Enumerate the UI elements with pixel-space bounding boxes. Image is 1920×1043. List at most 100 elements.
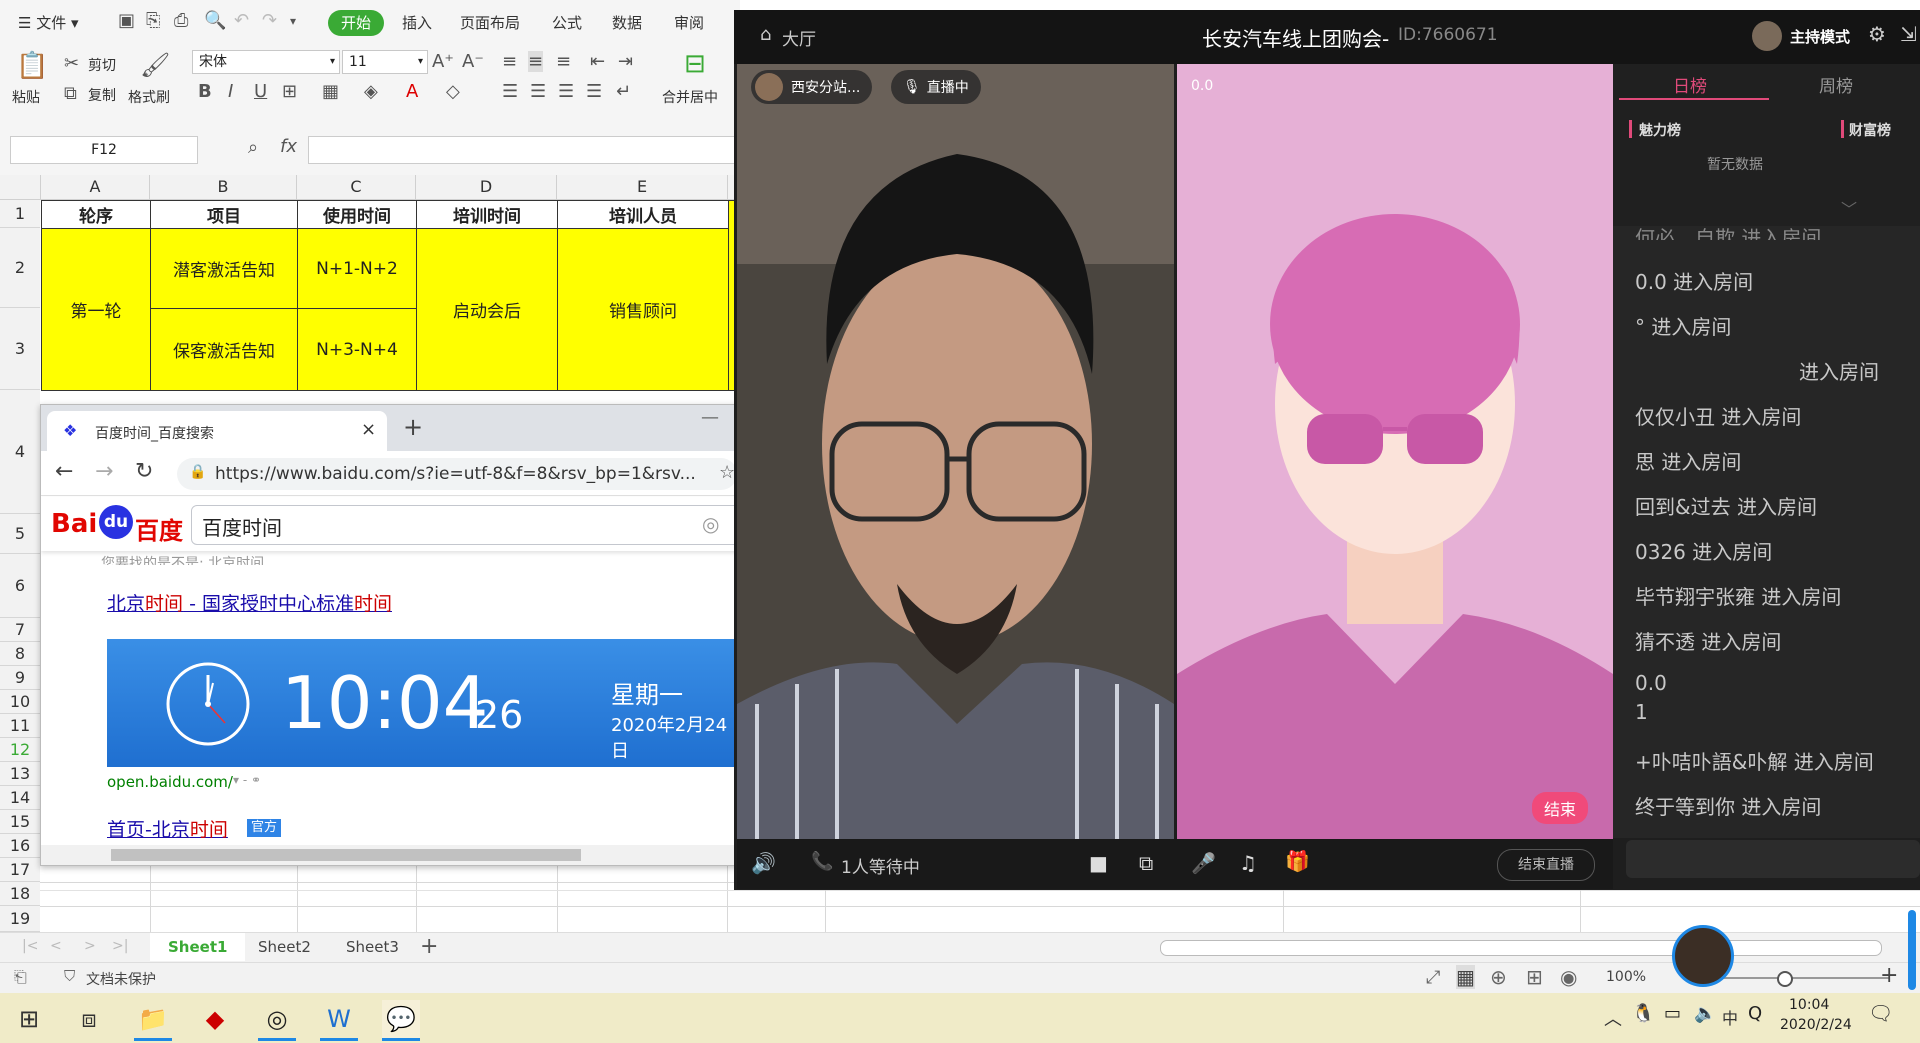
merge-center-icon[interactable]: ⊟	[684, 49, 706, 79]
camera-icon[interactable]: ◎	[702, 512, 719, 536]
clock-date-tray[interactable]: 2020/2/24	[1780, 1017, 1852, 1033]
fullscreen-icon[interactable]: ⤢	[1426, 967, 1440, 988]
select-all-corner[interactable]	[0, 175, 41, 199]
waiting-count[interactable]: 1人等待中	[841, 853, 920, 878]
exit-icon[interactable]: ⇲	[1900, 22, 1917, 46]
macro-icon[interactable]: ⎗	[14, 967, 27, 987]
col-header-d[interactable]: D	[416, 175, 557, 199]
decrease-font-icon[interactable]: A⁻	[462, 51, 484, 72]
print-icon[interactable]: ⎙	[174, 10, 188, 31]
paste-icon[interactable]: 📋	[16, 51, 48, 81]
wps-icon[interactable]: W	[320, 1000, 358, 1041]
sheet-nav-last-icon[interactable]: >|	[112, 938, 128, 954]
font-name-select[interactable]: 宋体 ▾	[192, 50, 340, 74]
page-layout-view-icon[interactable]: ⊕	[1490, 965, 1507, 989]
col-header-e[interactable]: E	[557, 175, 728, 199]
export-icon[interactable]: ⎘	[146, 10, 160, 31]
gift-icon[interactable]: 🎁	[1285, 849, 1310, 873]
tab-start[interactable]: 开始	[328, 10, 385, 36]
tab-weekly-rank[interactable]: 周榜	[1819, 72, 1853, 97]
align-center-icon[interactable]: ☰	[530, 81, 546, 102]
host-avatar[interactable]	[1752, 21, 1782, 51]
result-link-1[interactable]: 北京时间 - 国家授时中心标准时间	[107, 589, 392, 616]
border-icon[interactable]: ⊞	[282, 81, 297, 102]
chat-input[interactable]	[1626, 840, 1920, 878]
cell-style-icon[interactable]: ▦	[322, 81, 339, 102]
normal-view-icon[interactable]: ▦	[1456, 965, 1475, 989]
fx-label[interactable]: fx	[280, 136, 297, 157]
row-header[interactable]: 13	[0, 762, 40, 786]
host-name-chip[interactable]: 西安分站...	[751, 70, 873, 104]
tab-formula[interactable]: 公式	[552, 10, 582, 36]
cell-trainer[interactable]: 销售顾问	[557, 228, 729, 391]
row-header[interactable]: 17	[0, 858, 40, 882]
cell-time-2[interactable]: N+3-N+4	[297, 308, 417, 391]
col-header-c[interactable]: C	[297, 175, 416, 199]
cell-round[interactable]: 第一轮	[41, 228, 151, 391]
wrap-text-icon[interactable]: ↵	[616, 81, 631, 102]
camera-icon[interactable]: ■	[1089, 851, 1108, 875]
zoom-formula-icon[interactable]: ⌕	[248, 137, 258, 158]
row-header[interactable]: 7	[0, 618, 40, 642]
browser-hscroll-thumb[interactable]	[111, 849, 581, 861]
floating-assistant-avatar[interactable]	[1672, 925, 1734, 987]
row-header[interactable]: 14	[0, 786, 40, 810]
sheet-nav-first-icon[interactable]: |<	[22, 938, 38, 954]
end-guest-button[interactable]: 结束	[1532, 792, 1589, 824]
notification-center-icon[interactable]: 🗨	[1868, 1001, 1893, 1025]
header-cell-trainer[interactable]: 培训人员	[557, 200, 729, 229]
minimize-icon[interactable]: —	[701, 407, 719, 428]
back-icon[interactable]: ←	[55, 459, 73, 484]
zoom-slider[interactable]	[1700, 977, 1890, 979]
edge-drag-handle[interactable]	[1908, 910, 1916, 990]
result-dropdown-icon[interactable]: ▾ - ⚭	[233, 773, 261, 787]
microphone-toggle-icon[interactable]: 🎤	[1191, 851, 1216, 875]
row-header[interactable]: 11	[0, 714, 40, 738]
paste-button[interactable]: 粘贴	[12, 87, 40, 107]
row-header[interactable]: 9	[0, 666, 40, 690]
cell-item-1[interactable]: 潜客激活告知	[150, 228, 298, 309]
header-cell-training-time[interactable]: 培训时间	[416, 200, 558, 229]
font-size-select[interactable]: 11 ▾	[342, 50, 428, 74]
row-header[interactable]: 16	[0, 834, 40, 858]
preview-icon[interactable]: 🔍	[204, 10, 226, 31]
sheet-tab-1[interactable]: Sheet1	[150, 933, 246, 961]
ime-indicator[interactable]: 中	[1722, 1005, 1738, 1029]
increase-font-icon[interactable]: A⁺	[432, 51, 454, 72]
row-header[interactable]: 4	[0, 390, 40, 514]
merge-center-button[interactable]: 合并居中	[662, 87, 718, 107]
close-tab-icon[interactable]: ×	[361, 419, 376, 440]
tray-expand-icon[interactable]: ︿	[1604, 1005, 1622, 1031]
align-bottom-icon[interactable]: ≡	[556, 51, 571, 72]
cell-item-2[interactable]: 保客激活告知	[150, 308, 298, 391]
did-you-mean[interactable]: 您要找的是不是: 北京时间	[101, 553, 264, 565]
formula-input[interactable]	[308, 136, 742, 164]
tab-insert[interactable]: 插入	[402, 10, 432, 36]
zoom-slider-thumb[interactable]	[1777, 971, 1793, 987]
screen-share-icon[interactable]: ⧉	[1139, 851, 1153, 875]
clear-format-icon[interactable]: ◇	[446, 81, 460, 102]
home-icon[interactable]: ⌂	[760, 24, 771, 45]
header-cell-item[interactable]: 项目	[150, 200, 298, 229]
row-header[interactable]: 8	[0, 642, 40, 666]
volume-icon[interactable]: 🔊	[751, 851, 776, 875]
host-mode-label[interactable]: 主持模式	[1790, 26, 1850, 47]
zoom-level[interactable]: 100%	[1606, 969, 1646, 985]
copy-icon[interactable]: ⧉	[64, 83, 77, 104]
cut-icon[interactable]: ✂	[64, 53, 79, 74]
fill-color-icon[interactable]: ◈	[364, 81, 378, 102]
windows-start-icon[interactable]: ⊞	[10, 1000, 48, 1038]
col-header-a[interactable]: A	[41, 175, 150, 199]
row-header[interactable]: 2	[0, 228, 40, 308]
row-header[interactable]: 12	[0, 738, 40, 762]
format-painter-button[interactable]: 格式刷	[128, 87, 170, 107]
copy-button[interactable]: 复制	[88, 85, 116, 105]
row-header[interactable]: 5	[0, 514, 40, 554]
sheet-nav-prev-icon[interactable]: <	[50, 938, 62, 954]
font-color-icon[interactable]: A	[406, 81, 418, 102]
collapse-chevron-icon[interactable]: ﹀	[1841, 196, 1857, 220]
live-app-icon[interactable]: 💬	[382, 1000, 420, 1041]
hall-link[interactable]: 大厅	[782, 25, 816, 50]
qq-icon[interactable]: 🐧	[1632, 1003, 1654, 1024]
row-header[interactable]: 1	[0, 200, 40, 228]
